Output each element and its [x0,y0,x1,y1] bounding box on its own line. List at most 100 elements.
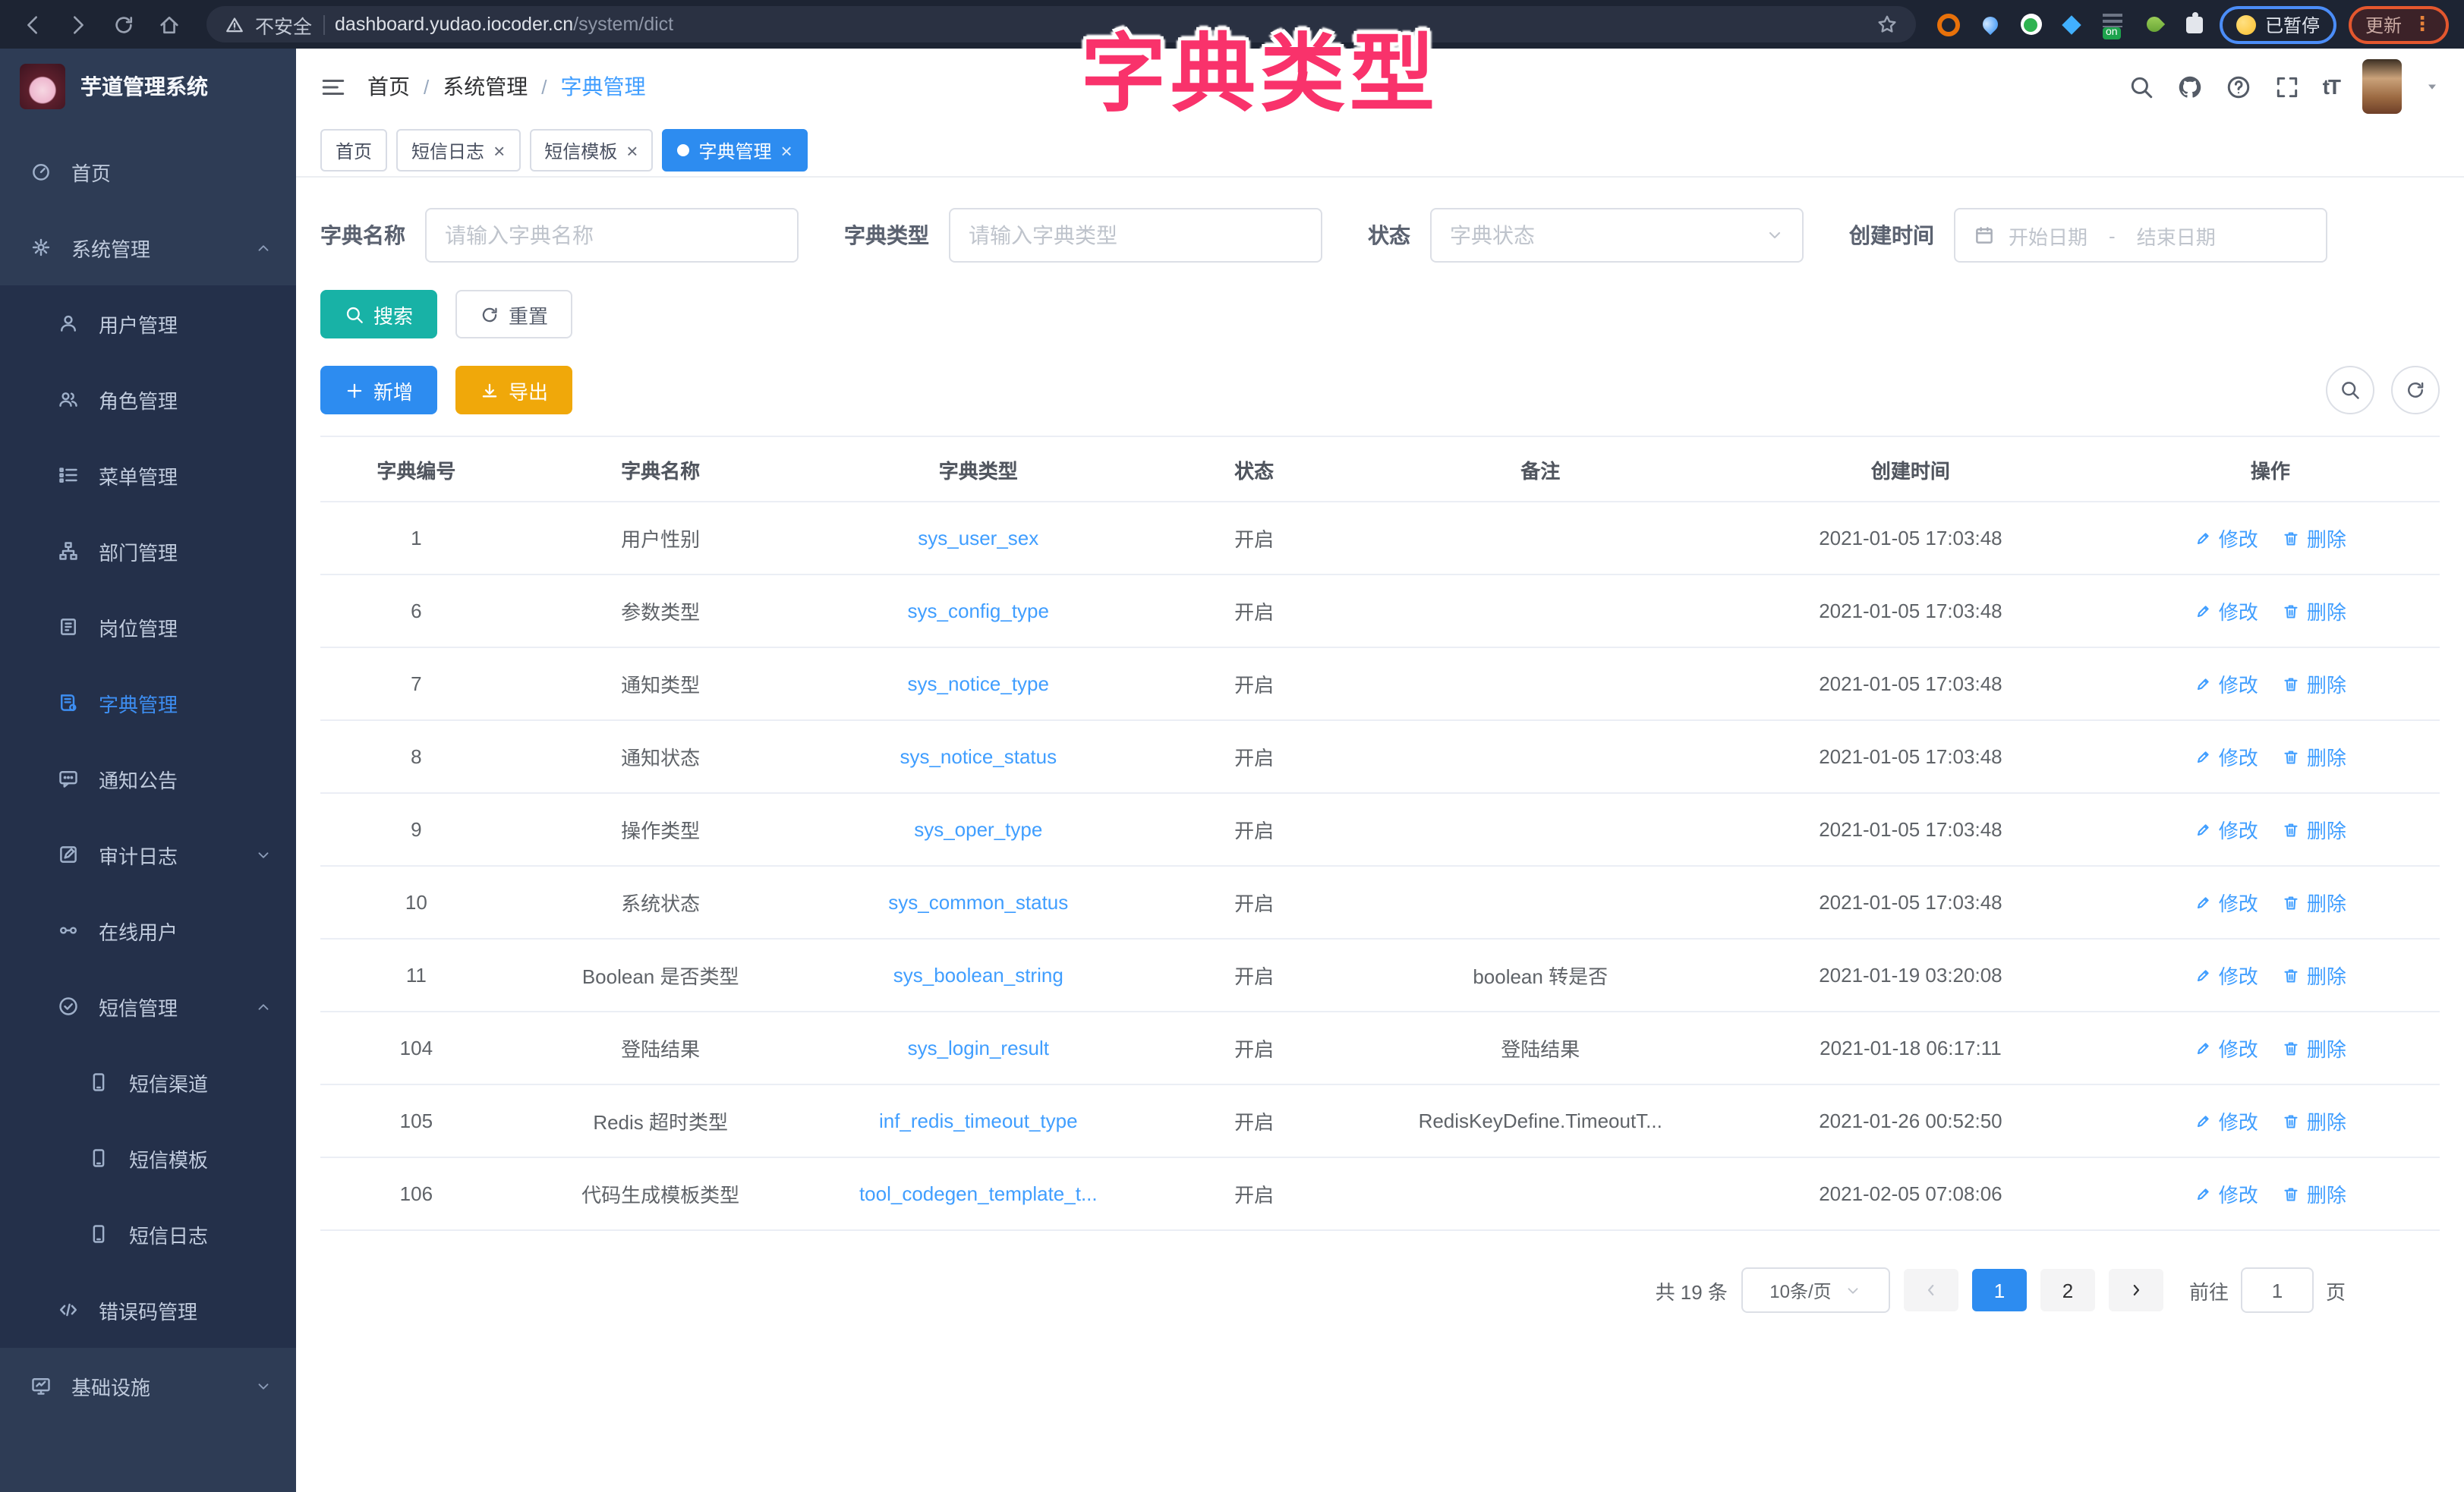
add-button[interactable]: 新增 [320,366,437,414]
search-button[interactable]: 搜索 [320,290,437,338]
close-icon[interactable]: × [781,140,792,160]
browser-update-button[interactable]: 更新 ⋮ [2349,5,2449,43]
tab-home[interactable]: 首页 [320,129,387,172]
prev-page-button[interactable] [1904,1269,1958,1311]
url-text[interactable]: dashboard.yudao.iocoder.cn/system/dict [335,14,673,35]
dict-type-link[interactable]: sys_user_sex [918,527,1038,549]
tab-dict-management[interactable]: 字典管理× [662,129,807,172]
sidebar-toggle-hamburger-icon[interactable] [320,74,346,99]
extension-blue-drop-icon[interactable] [1978,12,2002,36]
dict-type-link[interactable]: sys_common_status [888,891,1068,914]
edit-link[interactable]: 修改 [2195,524,2258,552]
sidebar-item-home[interactable]: 首页 [0,134,296,209]
breadcrumb-system[interactable]: 系统管理 [443,71,528,102]
extension-on-badge-icon[interactable]: on [2101,12,2125,36]
edit-link[interactable]: 修改 [2195,961,2258,990]
delete-link[interactable]: 删除 [2283,1106,2346,1135]
sidebar-item-system-management[interactable]: 系统管理 [0,209,296,285]
dict-type-link[interactable]: sys_config_type [908,600,1049,622]
dict-type-link[interactable]: sys_login_result [908,1037,1049,1059]
delete-link[interactable]: 删除 [2283,596,2346,625]
extension-blue-diamond-icon[interactable] [2060,12,2084,36]
page-button-1[interactable]: 1 [1972,1269,2027,1311]
close-icon[interactable]: × [626,140,638,160]
sidebar-item-role-management[interactable]: 角色管理 [0,361,296,437]
create-time-cell: 2021-01-18 06:17:11 [1720,1012,2101,1084]
edit-link[interactable]: 修改 [2195,596,2258,625]
sidebar-item-sms-channel[interactable]: 短信渠道 [0,1044,296,1120]
app-logo[interactable]: 芋道管理系统 [0,49,296,124]
back-icon[interactable] [15,8,49,41]
extension-orange-ring-icon[interactable] [1937,12,1961,36]
sidebar-item-error-code[interactable]: 错误码管理 [0,1272,296,1348]
extensions-puzzle-icon[interactable] [2183,12,2207,36]
extension-green-leaf-icon[interactable] [2142,12,2166,36]
delete-link[interactable]: 删除 [2283,1034,2346,1062]
dict-type-link[interactable]: sys_oper_type [914,818,1042,841]
edit-link[interactable]: 修改 [2195,1034,2258,1062]
dict-type-link[interactable]: tool_codegen_template_t... [859,1182,1098,1205]
sidebar-item-sms-template[interactable]: 短信模板 [0,1120,296,1196]
reset-button[interactable]: 重置 [455,290,572,338]
sidebar-item-notice[interactable]: 通知公告 [0,741,296,817]
edit-link[interactable]: 修改 [2195,669,2258,698]
edit-link[interactable]: 修改 [2195,1106,2258,1135]
sidebar-item-audit-log[interactable]: 审计日志 [0,817,296,892]
dict-type-link[interactable]: sys_notice_type [908,672,1049,695]
dict-type-link[interactable]: inf_redis_timeout_type [879,1110,1078,1132]
reload-icon[interactable] [106,8,140,41]
edit-link[interactable]: 修改 [2195,815,2258,844]
export-button[interactable]: 导出 [455,366,572,414]
sidebar-item-post-management[interactable]: 岗位管理 [0,589,296,665]
fullscreen-icon[interactable] [2274,74,2300,99]
page-button-2[interactable]: 2 [2040,1269,2095,1311]
forward-icon[interactable] [61,8,94,41]
delete-link[interactable]: 删除 [2283,1179,2346,1208]
search-icon[interactable] [2128,74,2154,99]
edit-link[interactable]: 修改 [2195,888,2258,917]
dict-type-link[interactable]: sys_boolean_string [893,964,1063,987]
page-size-select[interactable]: 10条/页 [1741,1267,1890,1313]
browser-menu-kebab-icon[interactable]: ⋮ [2412,12,2432,36]
dict-type-input[interactable]: 请输入字典类型 [949,208,1322,263]
sidebar-item-dict-management[interactable]: 字典管理 [0,665,296,741]
font-size-icon[interactable]: tT [2323,74,2340,99]
tab-sms-template[interactable]: 短信模板× [529,129,653,172]
close-icon[interactable]: × [493,140,505,160]
sidebar-item-user-management[interactable]: 用户管理 [0,285,296,361]
goto-page-input[interactable] [2241,1267,2314,1313]
sidebar-item-menu-management[interactable]: 菜单管理 [0,437,296,513]
edit-link[interactable]: 修改 [2195,742,2258,771]
extension-green-circle-icon[interactable] [2019,12,2043,36]
delete-link[interactable]: 删除 [2283,961,2346,990]
dict-type-link[interactable]: sys_notice_status [900,745,1057,768]
github-icon[interactable] [2177,74,2203,99]
next-page-button[interactable] [2109,1269,2163,1311]
toggle-search-button[interactable] [2326,366,2374,414]
sidebar-item-sms-log[interactable]: 短信日志 [0,1196,296,1272]
paused-extension-badge[interactable]: 已暂停 [2220,5,2336,43]
user-avatar[interactable] [2362,59,2402,114]
help-icon[interactable] [2226,74,2251,99]
security-label[interactable]: 不安全 [255,10,312,39]
avatar-caret-down-icon[interactable] [2425,79,2440,94]
delete-link[interactable]: 删除 [2283,524,2346,552]
date-range-picker[interactable]: 开始日期 - 结束日期 [1954,208,2327,263]
delete-link[interactable]: 删除 [2283,888,2346,917]
edit-link[interactable]: 修改 [2195,1179,2258,1208]
breadcrumb-home[interactable]: 首页 [367,71,410,102]
sidebar-item-online-users[interactable]: 在线用户 [0,892,296,968]
address-bar[interactable]: 不安全 dashboard.yudao.iocoder.cn/system/di… [206,6,1916,42]
delete-link[interactable]: 删除 [2283,815,2346,844]
sidebar-item-sms-management[interactable]: 短信管理 [0,968,296,1044]
sidebar-item-infrastructure[interactable]: 基础设施 [0,1348,296,1424]
tab-sms-log[interactable]: 短信日志× [396,129,520,172]
sidebar-item-dept-management[interactable]: 部门管理 [0,513,296,589]
delete-link[interactable]: 删除 [2283,742,2346,771]
dict-name-input[interactable]: 请输入字典名称 [425,208,799,263]
status-select[interactable]: 字典状态 [1430,208,1804,263]
bookmark-star-icon[interactable] [1876,14,1898,35]
refresh-table-button[interactable] [2391,366,2440,414]
home-icon[interactable] [152,8,185,41]
delete-link[interactable]: 删除 [2283,669,2346,698]
